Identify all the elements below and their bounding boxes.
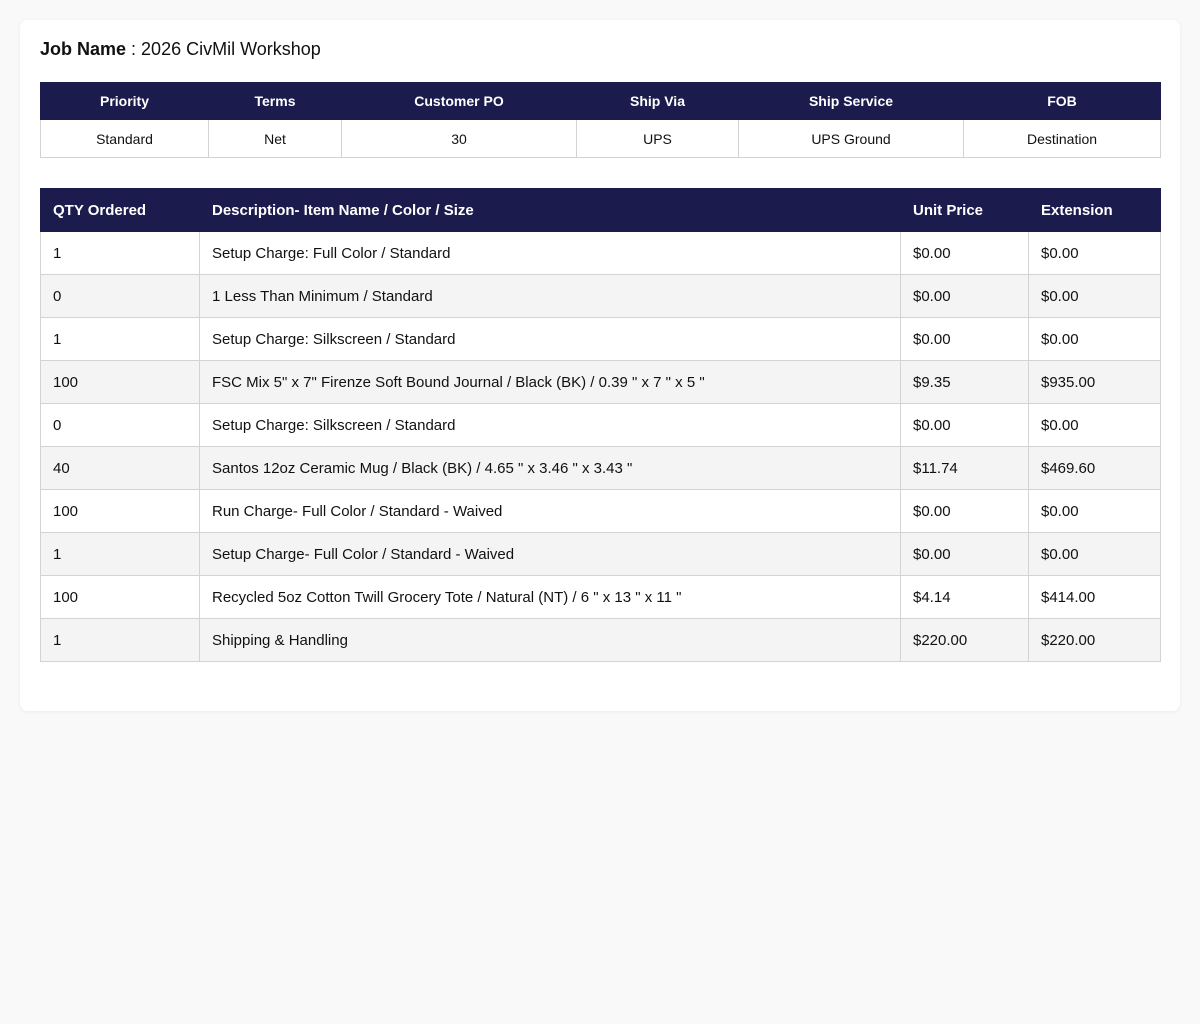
table-row: 100 Recycled 5oz Cotton Twill Grocery To… — [40, 575, 1161, 619]
value-customer-po: 30 — [341, 119, 577, 158]
cell-unit-price: $11.74 — [900, 446, 1029, 490]
cell-description: Setup Charge: Full Color / Standard — [199, 231, 901, 275]
table-row: 1 Shipping & Handling $220.00 $220.00 — [40, 618, 1161, 662]
line-items-table: QTY Ordered Description- Item Name / Col… — [40, 188, 1161, 662]
cell-extension: $0.00 — [1028, 489, 1161, 533]
cell-qty: 100 — [40, 360, 200, 404]
cell-unit-price: $0.00 — [900, 403, 1029, 447]
table-row: 0 1 Less Than Minimum / Standard $0.00 $… — [40, 274, 1161, 318]
cell-qty: 0 — [40, 274, 200, 318]
cell-description: Run Charge- Full Color / Standard - Waiv… — [199, 489, 901, 533]
value-ship-service: UPS Ground — [738, 119, 964, 158]
order-info-header-row: Priority Terms Customer PO Ship Via Ship… — [40, 82, 1161, 120]
header-qty-ordered: QTY Ordered — [40, 188, 200, 232]
cell-extension: $935.00 — [1028, 360, 1161, 404]
job-name-separator: : — [126, 39, 142, 59]
cell-unit-price: $0.00 — [900, 274, 1029, 318]
job-name: Job Name : 2026 CivMil Workshop — [40, 38, 321, 60]
header-terms: Terms — [208, 82, 342, 120]
cell-extension: $0.00 — [1028, 274, 1161, 318]
table-row: 1 Setup Charge- Full Color / Standard - … — [40, 532, 1161, 576]
cell-description: Setup Charge: Silkscreen / Standard — [199, 403, 901, 447]
cell-extension: $0.00 — [1028, 317, 1161, 361]
header-fob: FOB — [963, 82, 1161, 120]
cell-unit-price: $9.35 — [900, 360, 1029, 404]
cell-description: Setup Charge: Silkscreen / Standard — [199, 317, 901, 361]
job-name-label: Job Name — [40, 39, 127, 59]
table-row: 1 Setup Charge: Silkscreen / Standard $0… — [40, 317, 1161, 361]
order-info-value-row: Standard Net 30 UPS UPS Ground Destinati… — [40, 119, 1161, 158]
table-row: 100 Run Charge- Full Color / Standard - … — [40, 489, 1161, 533]
cell-description: Recycled 5oz Cotton Twill Grocery Tote /… — [199, 575, 901, 619]
cell-description: 1 Less Than Minimum / Standard — [199, 274, 901, 318]
cell-unit-price: $0.00 — [900, 489, 1029, 533]
cell-description: Shipping & Handling — [199, 618, 901, 662]
cell-qty: 1 — [40, 618, 200, 662]
cell-unit-price: $0.00 — [900, 317, 1029, 361]
header-description: Description- Item Name / Color / Size — [199, 188, 901, 232]
cell-unit-price: $0.00 — [900, 231, 1029, 275]
table-row: 100 FSC Mix 5" x 7" Firenze Soft Bound J… — [40, 360, 1161, 404]
table-row: 40 Santos 12oz Ceramic Mug / Black (BK) … — [40, 446, 1161, 490]
cell-extension: $0.00 — [1028, 532, 1161, 576]
order-card: Job Name : 2026 CivMil Workshop Priority… — [20, 20, 1180, 711]
job-name-value: 2026 CivMil Workshop — [141, 39, 321, 59]
cell-description: Santos 12oz Ceramic Mug / Black (BK) / 4… — [199, 446, 901, 490]
line-items-header-row: QTY Ordered Description- Item Name / Col… — [40, 188, 1161, 232]
cell-qty: 0 — [40, 403, 200, 447]
header-unit-price: Unit Price — [900, 188, 1029, 232]
cell-qty: 100 — [40, 489, 200, 533]
header-ship-via: Ship Via — [576, 82, 739, 120]
cell-extension: $220.00 — [1028, 618, 1161, 662]
cell-extension: $469.60 — [1028, 446, 1161, 490]
cell-extension: $0.00 — [1028, 231, 1161, 275]
cell-unit-price: $4.14 — [900, 575, 1029, 619]
table-row: 0 Setup Charge: Silkscreen / Standard $0… — [40, 403, 1161, 447]
header-customer-po: Customer PO — [341, 82, 577, 120]
cell-unit-price: $0.00 — [900, 532, 1029, 576]
cell-extension: $414.00 — [1028, 575, 1161, 619]
cell-unit-price: $220.00 — [900, 618, 1029, 662]
order-info-table: Priority Terms Customer PO Ship Via Ship… — [40, 82, 1161, 158]
cell-description: Setup Charge- Full Color / Standard - Wa… — [199, 532, 901, 576]
value-ship-via: UPS — [576, 119, 739, 158]
header-extension: Extension — [1028, 188, 1161, 232]
header-ship-service: Ship Service — [738, 82, 964, 120]
cell-qty: 100 — [40, 575, 200, 619]
value-priority: Standard — [40, 119, 209, 158]
cell-qty: 1 — [40, 231, 200, 275]
table-row: 1 Setup Charge: Full Color / Standard $0… — [40, 231, 1161, 275]
cell-qty: 1 — [40, 532, 200, 576]
value-terms: Net — [208, 119, 342, 158]
cell-qty: 40 — [40, 446, 200, 490]
cell-extension: $0.00 — [1028, 403, 1161, 447]
cell-description: FSC Mix 5" x 7" Firenze Soft Bound Journ… — [199, 360, 901, 404]
value-fob: Destination — [963, 119, 1161, 158]
header-priority: Priority — [40, 82, 209, 120]
cell-qty: 1 — [40, 317, 200, 361]
